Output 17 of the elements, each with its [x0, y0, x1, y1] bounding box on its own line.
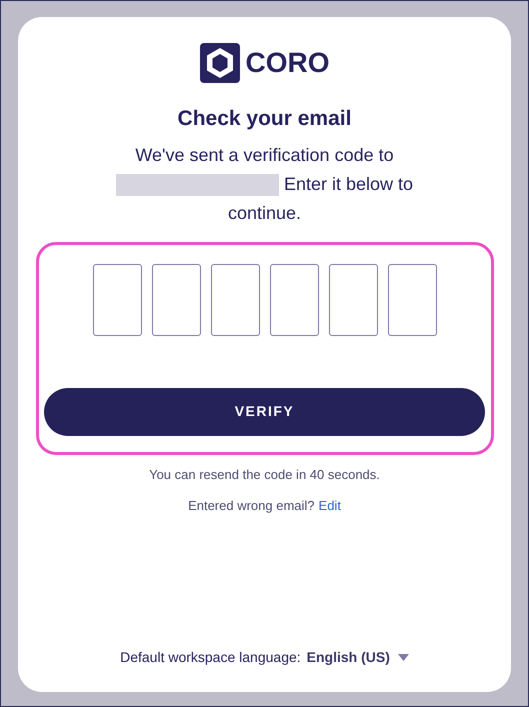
instruction-text: We've sent a verification code to Enter it below to continue.: [94, 140, 434, 228]
logo-text: CORO: [246, 49, 330, 77]
edit-link[interactable]: Edit: [318, 496, 341, 516]
hexagon-logo-icon: [200, 43, 240, 83]
code-digit-field[interactable]: [92, 264, 142, 336]
language-dropdown[interactable]: English (US): [306, 647, 409, 668]
code-digit-field[interactable]: [388, 264, 436, 336]
code-digit-field[interactable]: [210, 264, 260, 336]
code-digit-field[interactable]: [270, 264, 318, 336]
dialog-title: Check your email: [178, 106, 352, 132]
caret-down-icon: [398, 654, 409, 661]
language-label: Default workspace language:: [120, 648, 301, 667]
code-digit-field[interactable]: [152, 264, 200, 336]
resend-countdown-text: You can resend the code in 40 seconds.: [149, 466, 380, 484]
verify-button[interactable]: VERIFY: [44, 388, 485, 436]
code-digit-field[interactable]: [328, 264, 378, 336]
wrong-email-text: Entered wrong email?: [188, 497, 315, 515]
